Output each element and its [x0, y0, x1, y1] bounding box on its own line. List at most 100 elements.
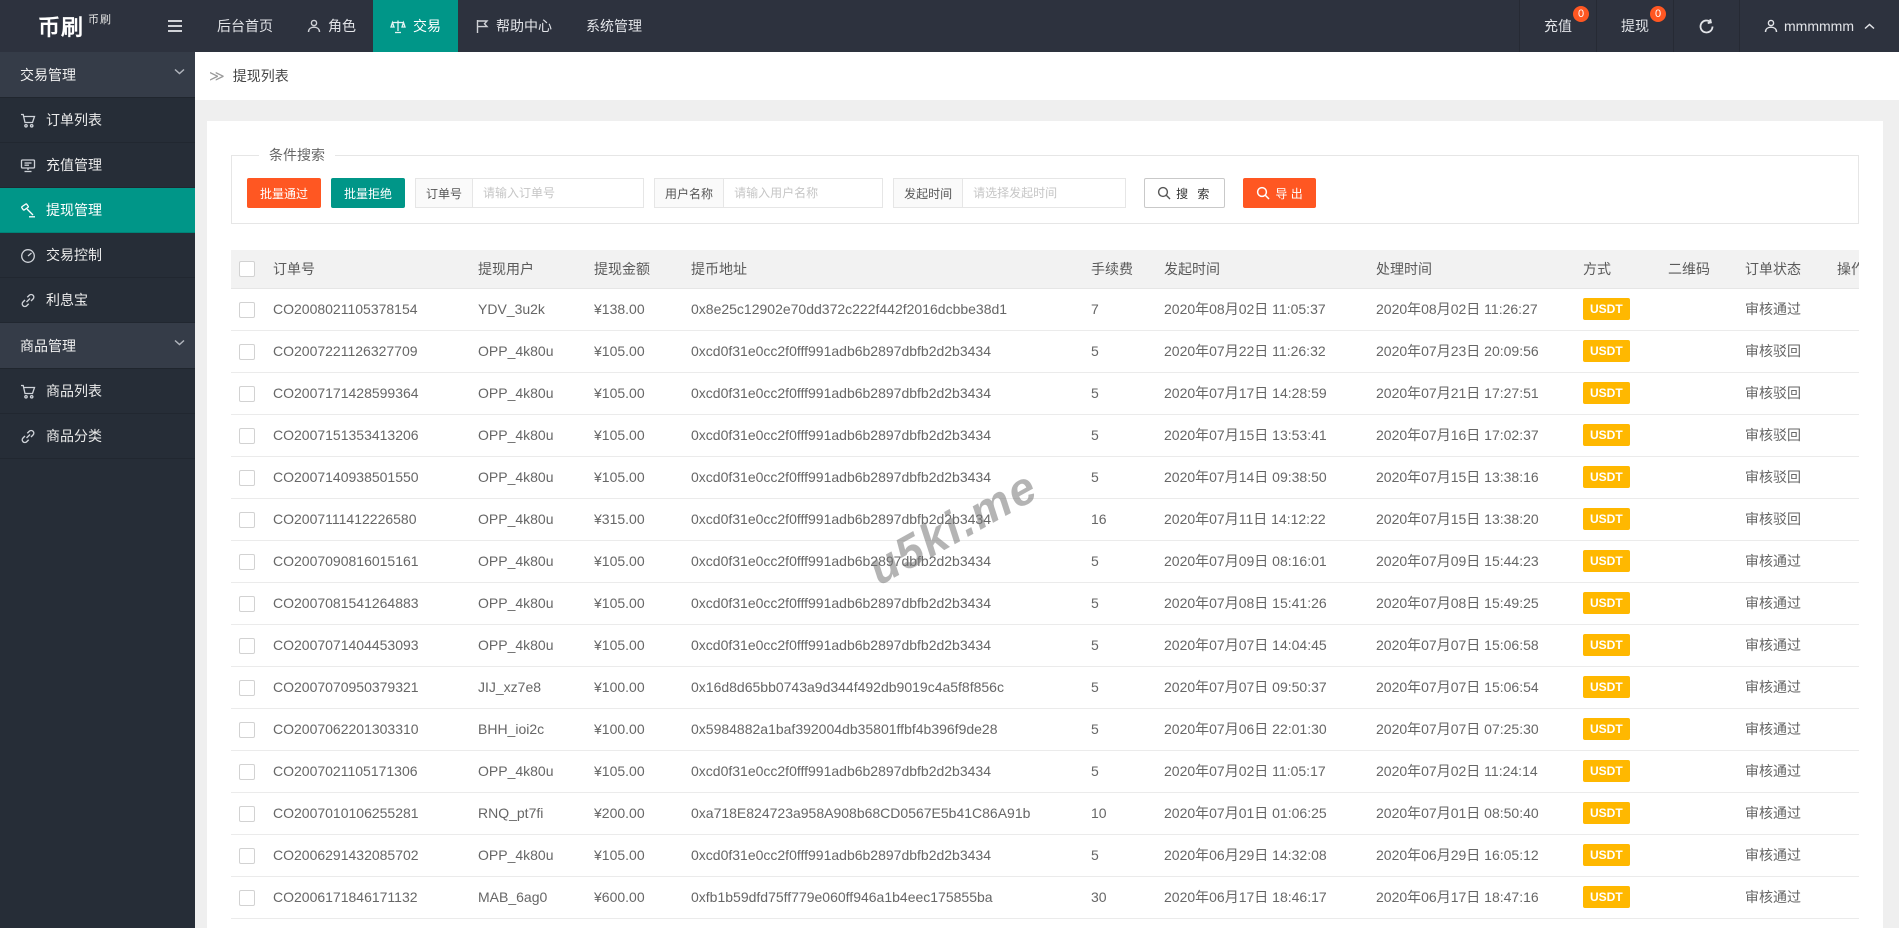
cell-start-time: 2020年06月29日 14:32:08: [1156, 834, 1368, 877]
search-button[interactable]: 搜 索: [1144, 178, 1226, 208]
row-checkbox[interactable]: [239, 595, 255, 612]
nav-item-system[interactable]: 系统管理: [569, 0, 659, 52]
col-withdraw-amount: 提现金额: [586, 250, 683, 289]
cell-method: USDT: [1575, 414, 1660, 457]
nav-item-home[interactable]: 后台首页: [200, 0, 290, 52]
withdraw-button[interactable]: 提现 0: [1596, 0, 1673, 52]
nav-item-role[interactable]: 角色: [290, 0, 373, 52]
sidebar-group-product-management[interactable]: 商品管理: [0, 323, 195, 369]
sidebar-item-interest-treasure[interactable]: 利息宝: [0, 278, 195, 323]
export-button[interactable]: 导 出: [1243, 178, 1316, 208]
cell-order-no: CO2006130853080533: [265, 918, 470, 928]
cell-order-no: CO2007070950379321: [265, 666, 470, 709]
cell-process-time: 2020年07月07日 07:25:30: [1368, 708, 1575, 751]
cell-withdraw-amount: ¥105.00: [586, 372, 683, 415]
cell-fee: 5: [1083, 372, 1156, 415]
cell-fee: 5: [1083, 918, 1156, 928]
row-checkbox[interactable]: [239, 763, 255, 780]
sidebar-item-order-list[interactable]: 订单列表: [0, 98, 195, 143]
batch-approve-button[interactable]: 批量通过: [247, 178, 322, 208]
person-icon: [307, 19, 321, 33]
method-badge: USDT: [1583, 844, 1630, 866]
withdraw-table: 订单号 提现用户 提现金额 提币地址 手续费 发起时间 处理时间 方式 二维码 …: [231, 250, 1859, 928]
recharge-button[interactable]: 充值 0: [1519, 0, 1596, 52]
refresh-icon: [1698, 18, 1715, 35]
cell-action: [1829, 288, 1859, 331]
cell-withdraw-amount: ¥105.00: [586, 330, 683, 373]
user-name-input[interactable]: [723, 178, 884, 208]
row-checkbox[interactable]: [239, 889, 255, 906]
row-checkbox[interactable]: [239, 679, 255, 696]
method-badge: USDT: [1583, 760, 1630, 782]
cell-process-time: 2020年06月29日 16:05:12: [1368, 834, 1575, 877]
row-checkbox[interactable]: [239, 301, 255, 318]
cell-action: [1829, 876, 1859, 919]
row-checkbox[interactable]: [239, 343, 255, 360]
user-menu[interactable]: mmmmmm: [1739, 0, 1899, 52]
cell-process-time: 2020年06月17日 18:47:16: [1368, 876, 1575, 919]
cell-start-time: 2020年07月17日 14:28:59: [1156, 372, 1368, 415]
cell-process-time: 2020年07月07日 15:06:54: [1368, 666, 1575, 709]
row-checkbox[interactable]: [239, 637, 255, 654]
batch-reject-button[interactable]: 批量拒绝: [331, 178, 406, 208]
cell-withdraw-amount: ¥315.00: [586, 498, 683, 541]
cell-method: USDT: [1575, 918, 1660, 928]
row-checkbox[interactable]: [239, 805, 255, 822]
double-chevron-icon: ≫: [209, 68, 225, 85]
cell-withdraw-user: JIJ_xz7e8: [470, 666, 586, 709]
cell-withdraw-amount: ¥105.00: [586, 582, 683, 625]
refresh-button[interactable]: [1673, 0, 1739, 52]
table-row: CO2007111412226580 OPP_4k80u ¥315.00 0xc…: [231, 498, 1859, 541]
start-time-input[interactable]: [962, 178, 1127, 208]
sidebar-item-product-list[interactable]: 商品列表: [0, 369, 195, 414]
cell-order-status: 审核驳回: [1737, 456, 1829, 499]
row-checkbox[interactable]: [239, 511, 255, 528]
cell-process-time: 2020年07月08日 15:49:25: [1368, 582, 1575, 625]
cell-fee: 5: [1083, 540, 1156, 583]
cell-process-time: 2020年07月21日 17:27:51: [1368, 372, 1575, 415]
nav-item-help-center[interactable]: 帮助中心: [458, 0, 569, 52]
nav-item-trade[interactable]: 交易: [373, 0, 458, 52]
table-row: CO2007140938501550 OPP_4k80u ¥105.00 0xc…: [231, 456, 1859, 499]
sidebar-item-product-category[interactable]: 商品分类: [0, 414, 195, 459]
start-time-label: 发起时间: [893, 178, 963, 208]
cell-qrcode: [1660, 750, 1737, 793]
cell-fee: 5: [1083, 456, 1156, 499]
row-checkbox[interactable]: [239, 469, 255, 486]
row-checkbox[interactable]: [239, 385, 255, 402]
row-checkbox[interactable]: [239, 553, 255, 570]
cell-withdraw-amount: ¥600.00: [586, 876, 683, 919]
row-checkbox[interactable]: [239, 427, 255, 444]
cell-withdraw-amount: ¥105.00: [586, 456, 683, 499]
select-all-checkbox[interactable]: [239, 261, 255, 278]
sidebar-item-withdraw-management[interactable]: 提现管理: [0, 188, 195, 233]
cell-qrcode: [1660, 498, 1737, 541]
cell-fee: 5: [1083, 750, 1156, 793]
cell-withdraw-user: OPP_4k80u: [470, 414, 586, 457]
cell-order-status: 审核通过: [1737, 288, 1829, 331]
cell-method: USDT: [1575, 456, 1660, 499]
table-row: CO2007151353413206 OPP_4k80u ¥105.00 0xc…: [231, 414, 1859, 457]
row-checkbox[interactable]: [239, 847, 255, 864]
cell-order-no: CO2007021105171306: [265, 750, 470, 793]
cell-action: [1829, 414, 1859, 457]
cell-start-time: 2020年07月07日 09:50:37: [1156, 666, 1368, 709]
cell-order-no: CO2007010106255281: [265, 792, 470, 835]
table-row: CO2008021105378154 YDV_3u2k ¥138.00 0x8e…: [231, 288, 1859, 331]
sidebar-toggle-button[interactable]: [150, 0, 200, 52]
cell-action: [1829, 498, 1859, 541]
sidebar-item-recharge-management[interactable]: 充值管理: [0, 143, 195, 188]
cell-qrcode: [1660, 414, 1737, 457]
link-icon: [20, 293, 36, 308]
cell-start-time: 2020年07月11日 14:12:22: [1156, 498, 1368, 541]
row-checkbox[interactable]: [239, 721, 255, 738]
sidebar-item-trade-control[interactable]: 交易控制: [0, 233, 195, 278]
cell-action: [1829, 750, 1859, 793]
method-badge: USDT: [1583, 298, 1630, 320]
cell-qrcode: [1660, 330, 1737, 373]
table-header-row: 订单号 提现用户 提现金额 提币地址 手续费 发起时间 处理时间 方式 二维码 …: [231, 250, 1859, 289]
cell-qrcode: [1660, 624, 1737, 667]
order-no-input[interactable]: [472, 178, 645, 208]
cell-method: USDT: [1575, 834, 1660, 877]
sidebar-group-trade-management[interactable]: 交易管理: [0, 52, 195, 98]
